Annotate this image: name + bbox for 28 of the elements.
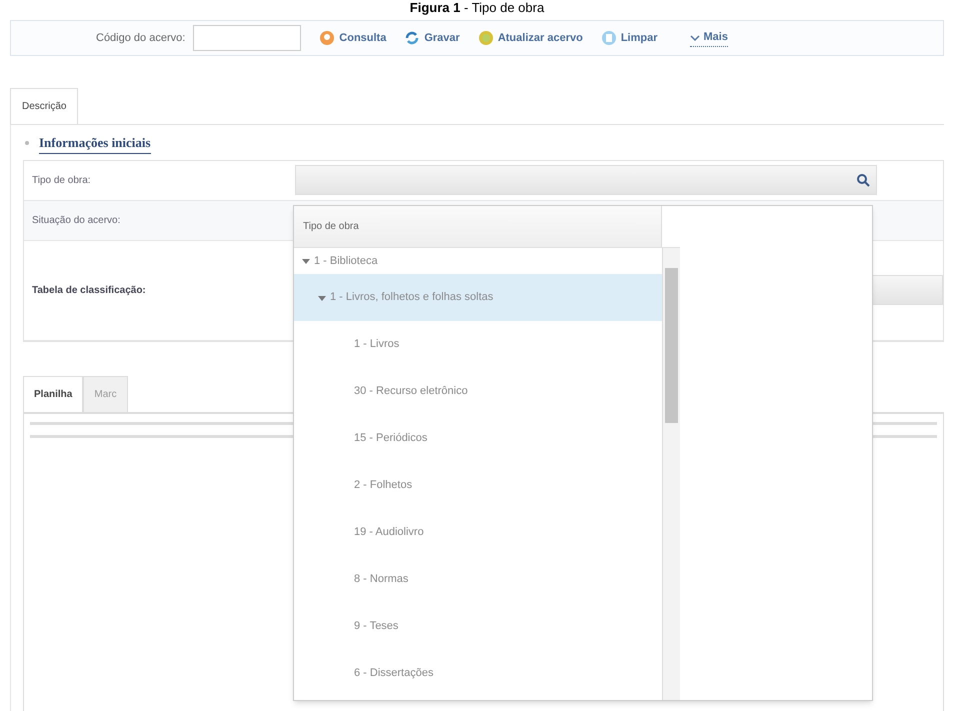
column-header: Tipo de obra [294, 206, 662, 247]
bullet-icon[interactable] [23, 139, 31, 148]
refresh-icon [404, 30, 420, 46]
toolbar-button[interactable]: Gravar [404, 30, 460, 46]
circle-icon [319, 30, 336, 46]
tab[interactable]: Marc [83, 376, 128, 412]
figure-caption: Figura 1 - Tipo de obra [410, 0, 544, 16]
tab[interactable]: Descrição [10, 88, 78, 124]
section-title[interactable]: Informações iniciais [39, 133, 151, 154]
field-label: Tabela de classificação: [31, 284, 147, 298]
lookup-field[interactable] [295, 165, 877, 195]
caret-down-icon[interactable] [302, 257, 310, 265]
field-label: Tipo de obra: [31, 174, 92, 188]
field-label: Situação do acervo: [31, 214, 122, 228]
scrollbar[interactable] [662, 248, 680, 700]
toolbar-button[interactable]: Mais [690, 29, 728, 47]
tree-item[interactable]: 1 - Livros, folhetos e folhas soltas [294, 274, 662, 321]
toolbar-button[interactable]: Atualizar acervo [478, 30, 583, 46]
tab[interactable]: Planilha [23, 376, 84, 412]
code-label: Código do acervo: [96, 30, 186, 46]
toolbar-button[interactable]: Limpar [600, 30, 658, 46]
search-icon[interactable] [856, 173, 870, 187]
coin-icon [478, 30, 494, 46]
caret-down-icon[interactable] [318, 294, 326, 302]
code-input[interactable] [193, 25, 302, 51]
document-icon [600, 30, 617, 46]
chevron-down-icon [690, 34, 700, 42]
toolbar-button[interactable]: Consulta [319, 30, 386, 46]
